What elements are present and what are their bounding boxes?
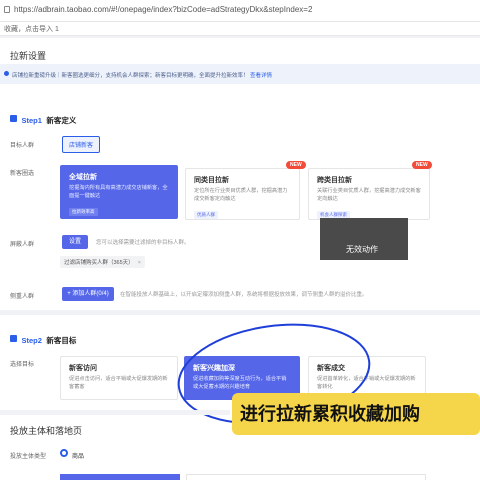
bookmarks-bar: 收藏，点击导入 1 [0,22,480,36]
target-chip-store-new[interactable]: 店铺新客 [62,136,101,153]
add-crowd-button[interactable]: + 添加人群(0/4) [62,287,114,301]
bookmarks-text[interactable]: 收藏，点击导入 1 [4,24,59,34]
side-hint: 在智能投放人群基础上，以开启定曝添加侧重人群，系统将根据投放效果，调节侧重人群的… [120,292,368,298]
tooltip-text: 无效动作 [346,245,378,254]
invalid-action-tooltip: 无效动作 [320,218,408,260]
exclude-pill-text: 过滤店铺购买人群（365天） [64,260,134,266]
step2-title: 新客目标 [46,336,77,345]
info-icon [4,71,9,76]
subtitle-caption: 进行拉新累积收藏加购 [232,393,480,435]
section-title: 拉新设置 [10,51,47,61]
step1-title: 新客定义 [46,116,77,125]
card-title: 新客访问 [69,365,97,372]
radio-product[interactable] [60,449,68,457]
card-desc: 定位所在行业类目优质人群，挖掘高潜力成交新客定向触达 [194,188,288,202]
notice-link[interactable]: 查看详情 [250,73,272,79]
card-tag: 拉新效率高 [69,208,98,216]
new-badge: NEW [412,161,432,169]
new-badge: NEW [286,161,306,169]
step1-header: Step1 新客定义 [10,110,76,128]
section-divider [0,410,230,415]
card-desc: 促进点击访问，适合平销或大促爆发期的新客蓄客 [69,376,168,390]
card-title: 同类目拉新 [194,177,229,184]
delivery-title: 投放主体和落地页 [10,426,83,436]
close-icon[interactable]: × [138,260,141,266]
exclude-pill[interactable]: 过滤店铺购买人群（365天） × [60,256,145,268]
step2-prefix: Step2 [21,336,42,345]
exclude-hint: 您可以选择需要过滤掉的非目标人群。 [96,240,190,246]
step-icon [10,115,17,123]
lock-icon [4,6,10,13]
card-title: 跨类目拉新 [317,177,352,184]
target-label: 目标人群 [10,143,35,149]
card-same-category[interactable]: 同类目拉新 定位所在行业类目优质人群，挖掘高潜力成交新客定向触达 优质人群 [185,168,300,220]
card-desc: 挖掘淘内所有具有高潜力成交店铺新客，全面提一键触达 [69,185,168,199]
card-title: 全域拉新 [69,174,97,181]
step2-header: Step2 新客目标 [10,330,76,348]
url-text[interactable]: https://adbrain.taobao.com/#!/onepage/in… [14,5,312,14]
browser-address-bar[interactable]: https://adbrain.taobao.com/#!/onepage/in… [0,0,480,22]
card-tag: 优质人群 [194,211,218,219]
subject-label: 投放主体类型 [10,454,47,460]
notice-message: 店铺拉新重磅升级｜新客圈选更细分，支持机会人群探索；新客目标更明确，全面提升拉新… [12,73,249,79]
step1-prefix: Step1 [21,116,42,125]
bottom-card[interactable] [186,474,426,480]
circle-label: 新客圈选 [10,171,35,177]
exclude-label: 屏蔽人群 [10,242,35,248]
side-label: 侧重人群 [10,294,35,300]
settings-button[interactable]: 设置 [62,235,88,249]
notice-bar: 店铺拉新重磅升级｜新客圈选更细分，支持机会人群探索；新客目标更明确，全面提升拉新… [0,64,480,84]
card-desc: 关联行业类目优质人群，挖掘高潜力成交新客定向触达 [317,188,421,202]
bottom-card-active[interactable] [60,474,180,480]
notice-text: 店铺拉新重磅升级｜新客圈选更细分，支持机会人群探索；新客目标更明确，全面提升拉新… [12,71,272,79]
card-cross-category[interactable]: 跨类目拉新 关联行业类目优质人群，挖掘高潜力成交新客定向触达 机会人群探索 [308,168,430,220]
card-new-visit[interactable]: 新客访问 促进点击访问，适合平销或大促爆发期的新客蓄客 [60,356,178,400]
choose-label: 选择目标 [10,362,35,368]
step-icon [10,335,17,343]
subject-option[interactable]: 商品 [72,451,84,460]
card-full-domain[interactable]: 全域拉新 挖掘淘内所有具有高潜力成交店铺新客，全面提一键触达 拉新效率高 [60,165,178,219]
